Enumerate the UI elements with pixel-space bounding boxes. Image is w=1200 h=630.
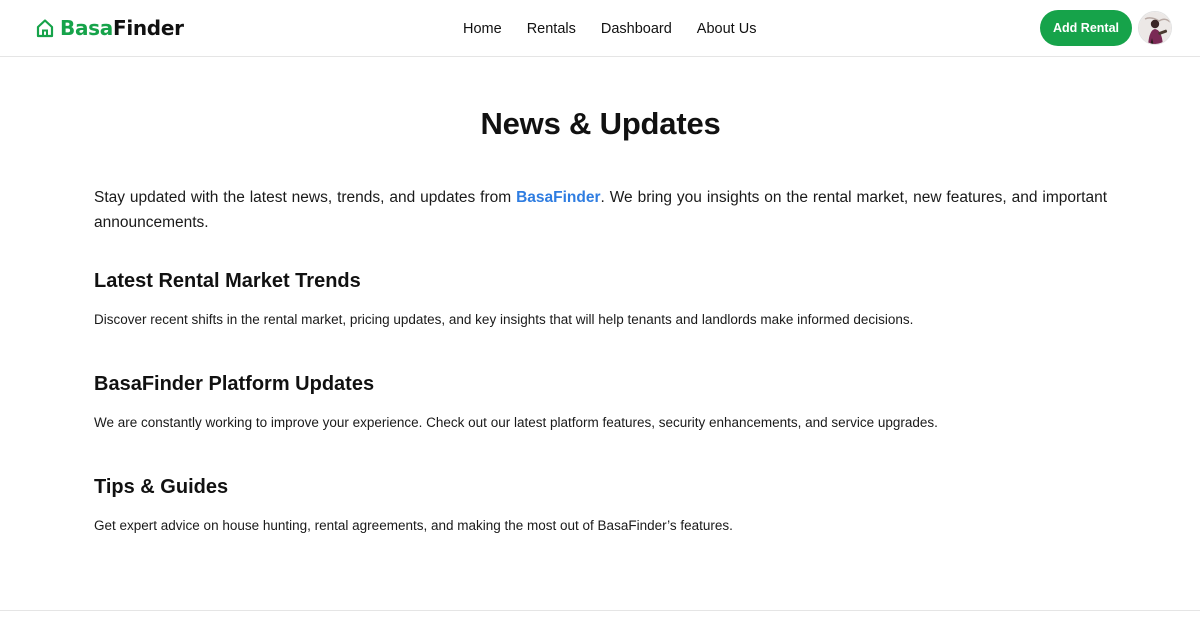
section-text: Get expert advice on house hunting, rent… xyxy=(94,518,733,533)
section-heading: Tips & Guides xyxy=(94,476,229,498)
logo-text-basa: Basa xyxy=(60,16,113,40)
house-icon xyxy=(36,19,54,38)
footer-divider xyxy=(0,610,1200,611)
logo-link[interactable]: BasaFinder xyxy=(36,16,184,40)
site-header: BasaFinder Home Rentals Dashboard About … xyxy=(0,0,1200,57)
section-market-trends: Latest Rental Market Trends Discover rec… xyxy=(94,270,1107,327)
section-heading: BasaFinder Platform Updates xyxy=(94,373,375,395)
user-avatar[interactable] xyxy=(1138,11,1172,45)
section-tips-guides: Tips & Guides Get expert advice on house… xyxy=(94,476,1107,533)
nav-about-us[interactable]: About Us xyxy=(697,21,757,37)
intro-text-start: Stay updated with the latest news, trend… xyxy=(94,189,517,206)
section-heading: Latest Rental Market Trends xyxy=(94,270,361,292)
nav-dashboard[interactable]: Dashboard xyxy=(601,21,672,37)
nav-rentals[interactable]: Rentals xyxy=(527,21,576,37)
add-rental-button[interactable]: Add Rental xyxy=(1040,10,1132,46)
logo-text-finder: Finder xyxy=(112,16,184,40)
main-nav: Home Rentals Dashboard About Us xyxy=(463,0,756,57)
page-title: News & Updates xyxy=(480,106,721,141)
section-platform-updates: BasaFinder Platform Updates We are const… xyxy=(94,373,1107,430)
nav-home[interactable]: Home xyxy=(463,21,502,37)
header-actions: Add Rental xyxy=(1040,10,1172,46)
section-text: We are constantly working to improve you… xyxy=(94,415,938,430)
logo-text: BasaFinder xyxy=(60,16,184,40)
main-content: News & Updates Stay updated with the lat… xyxy=(0,106,1200,533)
avatar-image xyxy=(1139,12,1171,44)
intro-paragraph: Stay updated with the latest news, trend… xyxy=(94,185,1107,235)
section-text: Discover recent shifts in the rental mar… xyxy=(94,312,914,327)
brand-link[interactable]: BasaFinder xyxy=(516,189,600,206)
